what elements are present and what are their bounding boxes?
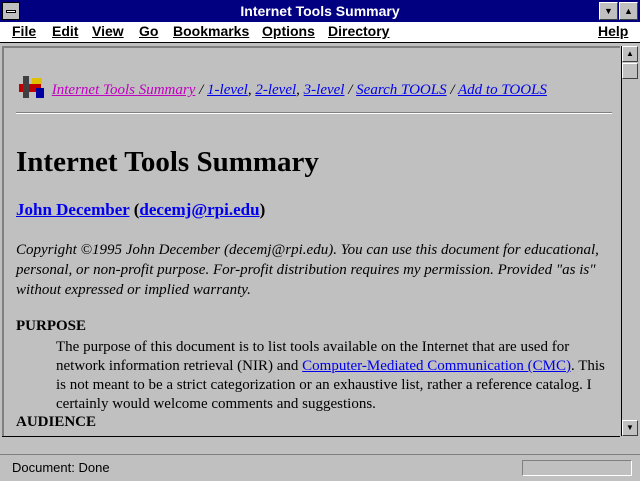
menu-file[interactable]: File <box>12 23 36 39</box>
status-text: Document: Done <box>12 460 110 475</box>
minimize-button[interactable]: ▼ <box>599 2 618 20</box>
author-paren-open: ( <box>129 200 140 219</box>
purpose-heading: PURPOSE <box>16 318 87 334</box>
progress-indicator <box>522 460 632 476</box>
scroll-thumb[interactable] <box>622 63 638 79</box>
link-search-tools[interactable]: Search TOOLS <box>356 82 446 98</box>
tools-logo-icon <box>16 74 48 100</box>
menu-go[interactable]: Go <box>139 23 158 39</box>
menu-bookmarks[interactable]: Bookmarks <box>173 23 249 39</box>
menu-directory[interactable]: Directory <box>328 23 389 39</box>
menu-help[interactable]: Help <box>598 23 628 39</box>
menu-bar: File Edit View Go Bookmarks Options Dire… <box>0 22 640 43</box>
scroll-down-button[interactable]: ▼ <box>622 420 638 436</box>
purpose-paragraph: The purpose of this document is to list … <box>56 338 616 414</box>
link-2-level[interactable]: 2-level <box>255 82 296 98</box>
link-internet-tools-summary[interactable]: Internet Tools Summary <box>52 82 196 98</box>
vertical-scrollbar[interactable]: ▲ ▼ <box>621 46 638 436</box>
audience-heading: AUDIENCE <box>16 414 97 430</box>
arrow-up-icon: ▲ <box>626 49 634 58</box>
link-3-level[interactable]: 3-level <box>304 82 345 98</box>
maximize-button[interactable]: ▲ <box>619 2 638 20</box>
horizontal-rule <box>16 112 612 114</box>
maximize-icon: ▲ <box>624 6 633 16</box>
author-line: John December (decemj@rpi.edu) <box>16 200 265 220</box>
minimize-icon: ▼ <box>604 6 613 16</box>
menu-edit[interactable]: Edit <box>52 23 78 39</box>
nav-comma: , <box>296 82 304 98</box>
menu-view[interactable]: View <box>92 23 124 39</box>
author-email-link[interactable]: decemj@rpi.edu <box>139 200 259 219</box>
link-add-to-tools[interactable]: Add to TOOLS <box>458 82 547 98</box>
title-bar: Internet Tools Summary ▼ ▲ <box>0 0 640 23</box>
page-heading: Internet Tools Summary <box>16 146 319 178</box>
author-paren-close: ) <box>259 200 266 219</box>
nav-separator: / <box>195 82 208 98</box>
menu-options[interactable]: Options <box>262 23 315 39</box>
arrow-down-icon: ▼ <box>626 423 634 432</box>
link-1-level[interactable]: 1-level <box>207 82 248 98</box>
horizontal-scrollbar[interactable] <box>2 436 620 452</box>
nav-separator: / <box>344 82 357 98</box>
copyright-notice: Copyright ©1995 John December (decemj@rp… <box>16 242 599 298</box>
navigation-links: Internet Tools Summary / 1-level, 2-leve… <box>16 74 547 100</box>
author-name-link[interactable]: John December <box>16 200 129 219</box>
document-view[interactable]: Internet Tools Summary / 1-level, 2-leve… <box>2 46 620 436</box>
link-cmc[interactable]: Computer-Mediated Communication (CMC) <box>302 358 571 374</box>
status-bar: Document: Done <box>0 454 640 481</box>
window-title: Internet Tools Summary <box>240 3 400 19</box>
nav-separator: / <box>446 82 458 98</box>
scroll-up-button[interactable]: ▲ <box>622 46 638 62</box>
